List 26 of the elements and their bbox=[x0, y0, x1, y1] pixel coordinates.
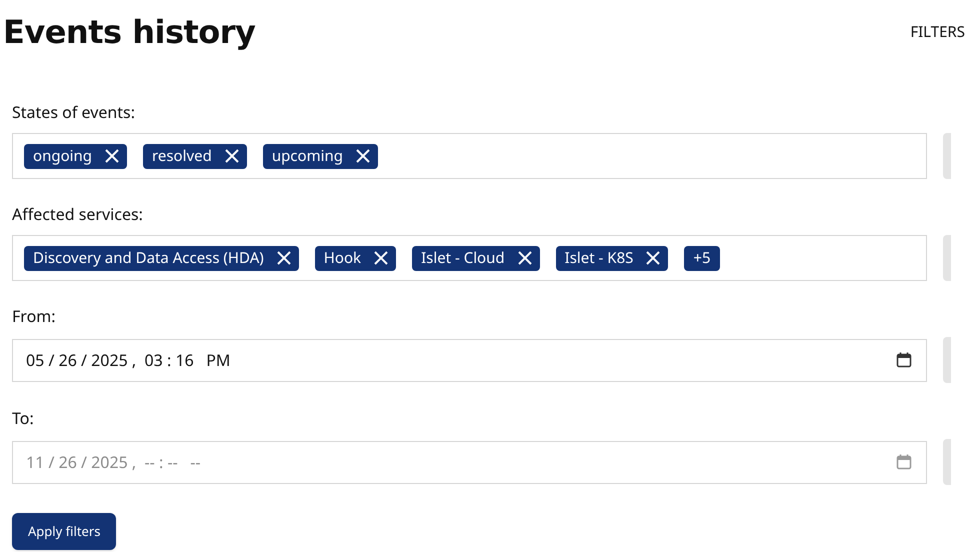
filter-tag[interactable]: Hook bbox=[314, 246, 396, 270]
remove-icon[interactable] bbox=[224, 149, 239, 163]
field-label: From: bbox=[12, 304, 57, 328]
more-count[interactable]: +5 bbox=[684, 246, 720, 270]
datetime-field[interactable]: 05 / 26 / 2025 , 03 : 16 PM bbox=[12, 338, 927, 382]
remove-icon[interactable] bbox=[374, 251, 388, 265]
filter-tag[interactable]: Islet - Cloud bbox=[412, 246, 540, 270]
remove-icon[interactable] bbox=[276, 251, 291, 265]
field-label: Affected services: bbox=[12, 202, 144, 226]
page-title: Events history bbox=[3, 12, 256, 53]
filters-link[interactable]: FILTERS bbox=[910, 21, 965, 44]
field-label: To: bbox=[12, 406, 35, 430]
remove-icon[interactable] bbox=[356, 149, 370, 163]
tag-input[interactable]: ongoing resolved upcoming bbox=[12, 133, 927, 179]
filter-tag[interactable]: upcoming bbox=[262, 144, 378, 168]
remove-icon[interactable] bbox=[646, 251, 660, 265]
filter-tag[interactable]: Discovery and Data Access (HDA) bbox=[24, 246, 299, 270]
field-label: States of events: bbox=[12, 100, 136, 124]
filter-tag[interactable]: Islet - K8S bbox=[556, 246, 668, 270]
filter-tag[interactable]: ongoing bbox=[24, 144, 128, 168]
tag-input[interactable]: Discovery and Data Access (HDA) Hook Islet - Cloud Islet - K8S +5 bbox=[12, 235, 927, 281]
remove-icon[interactable] bbox=[105, 149, 120, 163]
calendar-icon[interactable] bbox=[896, 352, 912, 368]
remove-icon[interactable] bbox=[518, 251, 532, 265]
filter-tag[interactable]: resolved bbox=[143, 144, 247, 168]
apply-filters-button[interactable]: Apply filters bbox=[12, 513, 116, 550]
